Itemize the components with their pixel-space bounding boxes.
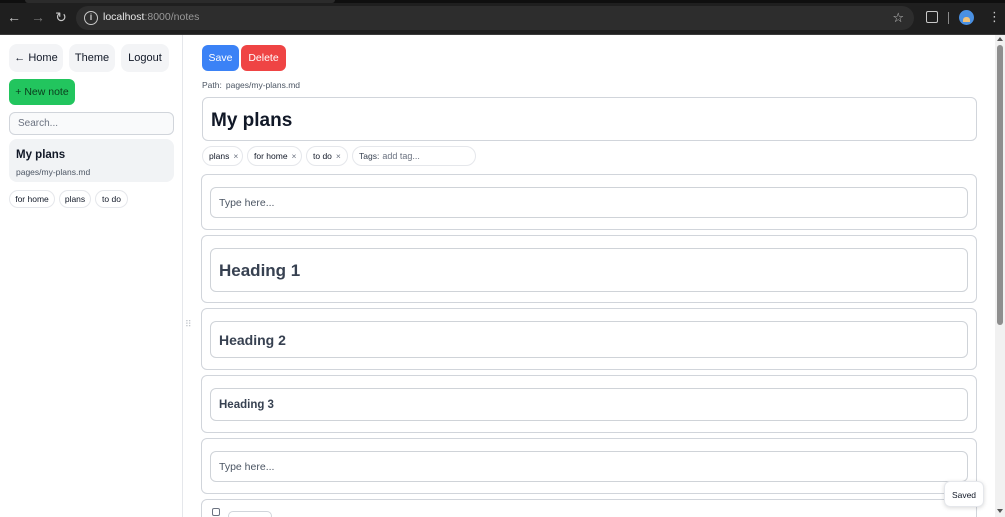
save-button[interactable]: Save: [202, 45, 239, 71]
note-title: My plans: [16, 149, 66, 161]
heading1-text: Heading 1: [219, 261, 301, 280]
heading1-block: Heading 1: [201, 235, 977, 303]
logout-button[interactable]: Logout: [121, 44, 169, 72]
toolbar-divider: [948, 12, 949, 24]
active-tab-edge: [25, 0, 335, 3]
sidebar-tag-plans[interactable]: plans: [59, 190, 91, 208]
todo-checkbox[interactable]: [212, 508, 220, 516]
checklist-block: [201, 499, 977, 517]
sidebar-tag-to-do[interactable]: to do: [95, 190, 128, 208]
tag-input[interactable]: Tags: add tag...: [352, 146, 476, 166]
block-placeholder: Type here...: [219, 197, 275, 209]
delete-button[interactable]: Delete: [241, 45, 286, 71]
kebab-menu-icon[interactable]: ⋮: [988, 10, 1001, 24]
scroll-down-icon[interactable]: [997, 509, 1003, 513]
url-text[interactable]: localhost:8000/notes: [103, 11, 199, 23]
new-note-button[interactable]: + New note: [9, 79, 75, 105]
block-placeholder: Type here...: [219, 461, 275, 473]
sidebar: ← Home Theme Logout + New note My plans …: [0, 35, 183, 517]
tag-chip-label: plans: [209, 151, 230, 161]
note-path: pages/my-plans.md: [16, 167, 91, 177]
text-block: Type here...: [201, 174, 977, 230]
back-arrow-icon[interactable]: ←: [6, 9, 22, 25]
path-value: pages/my-plans.md: [225, 80, 301, 90]
path-label: Path:: [202, 80, 222, 90]
reload-icon[interactable]: ↻: [53, 9, 69, 25]
tag-chip-label: to do: [313, 151, 332, 161]
heading1-input[interactable]: Heading 1: [210, 248, 968, 292]
tag-chip-to-do: to do ×: [306, 146, 348, 166]
saved-toast: Saved: [944, 481, 984, 507]
search-input[interactable]: [9, 112, 174, 135]
profile-icon[interactable]: [959, 10, 974, 25]
note-list-item[interactable]: My plans pages/my-plans.md: [9, 139, 174, 182]
tag-chip-for-home: for home ×: [247, 146, 302, 166]
heading3-block: Heading 3: [201, 375, 977, 433]
sidebar-tag-for-home[interactable]: for home: [9, 190, 55, 208]
address-bar[interactable]: i localhost:8000/notes ☆: [76, 6, 914, 30]
title-input[interactable]: My plans: [202, 97, 977, 141]
heading3-text: Heading 3: [219, 399, 274, 411]
url-host: localhost: [103, 11, 145, 23]
remove-tag-icon[interactable]: ×: [336, 151, 341, 161]
title-text: My plans: [211, 110, 293, 131]
scroll-up-icon[interactable]: [997, 37, 1003, 41]
forward-arrow-icon[interactable]: →: [30, 9, 46, 25]
home-button[interactable]: ← Home: [9, 44, 63, 72]
tag-chip-label: for home: [254, 151, 288, 161]
extensions-icon[interactable]: [926, 11, 938, 23]
drag-handle-icon[interactable]: ⠿: [185, 320, 193, 329]
tags-input-placeholder: add tag...: [382, 151, 420, 161]
star-icon[interactable]: ☆: [892, 10, 904, 26]
remove-tag-icon[interactable]: ×: [292, 151, 297, 161]
scrollbar-thumb[interactable]: [997, 45, 1003, 325]
url-rest: :8000/notes: [144, 11, 200, 23]
tags-input-label: Tags:: [359, 151, 380, 161]
text-block-input[interactable]: Type here...: [210, 187, 968, 218]
heading2-text: Heading 2: [219, 332, 286, 348]
theme-button[interactable]: Theme: [69, 44, 115, 72]
note-path-line: Path: pages/my-plans.md: [202, 80, 300, 90]
info-icon[interactable]: i: [84, 11, 98, 25]
remove-tag-icon[interactable]: ×: [233, 151, 238, 161]
browser-toolbar: ← → ↻ i localhost:8000/notes ☆ ⋮: [0, 0, 1005, 35]
tag-chip-plans: plans ×: [202, 146, 243, 166]
page-scrollbar[interactable]: [995, 35, 1005, 517]
heading3-input[interactable]: Heading 3: [210, 388, 968, 421]
heading2-input[interactable]: Heading 2: [210, 321, 968, 358]
heading2-block: Heading 2: [201, 308, 977, 370]
todo-input[interactable]: [228, 511, 272, 517]
text-block-input[interactable]: Type here...: [210, 451, 968, 482]
text-block: Type here...: [201, 438, 977, 494]
